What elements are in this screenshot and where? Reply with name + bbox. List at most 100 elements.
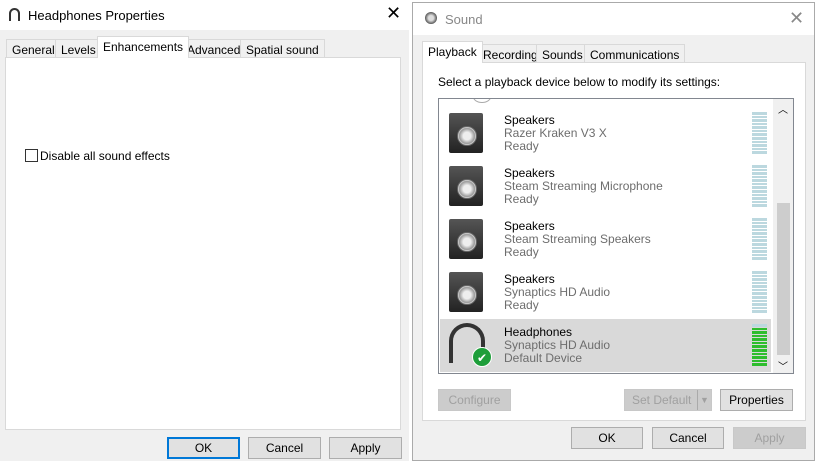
dropdown-arrow-icon[interactable]: ▼: [697, 390, 711, 410]
tab-sounds[interactable]: Sounds: [536, 44, 589, 63]
meter-segment: [752, 345, 767, 349]
meter-segment: [752, 306, 767, 310]
meter-segment: [752, 115, 767, 119]
device-status: Ready: [504, 192, 539, 206]
device-item[interactable]: Speakers Steam Streaming Microphone Ready: [440, 160, 771, 213]
device-item[interactable]: Speakers Synaptics HD Audio Ready: [440, 266, 771, 319]
meter-segment: [752, 250, 767, 253]
device-item[interactable]: Speakers Razer Kraken V3 X Ready: [440, 107, 771, 160]
tab-spatial-sound[interactable]: Spatial sound: [240, 39, 325, 58]
meter-segment: [752, 172, 767, 175]
level-meter: [752, 218, 767, 260]
meter-segment: [752, 182, 767, 186]
scrollbar-thumb[interactable]: [777, 203, 790, 355]
meter-segment: [752, 274, 767, 278]
set-default-button[interactable]: Set Default ▼: [624, 389, 712, 411]
close-icon[interactable]: ✕: [386, 3, 401, 24]
meter-segment: [752, 228, 767, 232]
level-meter: [752, 271, 767, 313]
apply-button[interactable]: Apply: [733, 427, 806, 449]
meter-segment: [752, 334, 767, 338]
meter-segment: [752, 349, 767, 352]
speaker-icon: [425, 12, 437, 24]
scrollbar[interactable]: ︿ ﹀: [773, 99, 793, 373]
speaker-icon: [449, 219, 483, 259]
meter-segment: [752, 288, 767, 292]
meter-segment: [752, 296, 767, 299]
meter-segment: [752, 278, 767, 281]
meter-segment: [752, 165, 767, 168]
meter-segment: [752, 204, 767, 207]
meter-segment: [752, 218, 767, 221]
device-item[interactable]: Speakers Steam Streaming Speakers Ready: [440, 213, 771, 266]
meter-segment: [752, 193, 767, 197]
device-status: Ready: [504, 139, 539, 153]
meter-segment: [752, 144, 767, 147]
meter-segment: [752, 151, 767, 154]
ok-button[interactable]: OK: [167, 437, 240, 459]
device-status: Ready: [504, 298, 539, 312]
meter-segment: [752, 281, 767, 285]
properties-button[interactable]: Properties: [720, 389, 793, 411]
meter-segment: [752, 112, 767, 115]
instruction-text: Select a playback device below to modify…: [438, 75, 721, 89]
level-meter: [752, 112, 767, 154]
meter-segment: [752, 186, 767, 190]
ok-button[interactable]: OK: [571, 427, 643, 449]
scroll-down-icon[interactable]: ﹀: [778, 358, 788, 373]
meter-segment: [752, 299, 767, 303]
meter-segment: [752, 147, 767, 151]
tab-playback[interactable]: Playback: [422, 41, 483, 63]
meter-segment: [752, 257, 767, 260]
meter-segment: [752, 197, 767, 200]
device-item[interactable]: ✔ Headphones Synaptics HD Audio Default Dev…: [440, 319, 771, 372]
device-status: Default Device: [504, 351, 583, 365]
close-icon[interactable]: ✕: [789, 8, 804, 29]
meter-segment: [752, 324, 767, 327]
speaker-icon: [449, 113, 483, 153]
cancel-button[interactable]: Cancel: [248, 437, 321, 459]
headphones-icon: [9, 8, 20, 21]
meter-segment: [752, 310, 767, 313]
meter-segment: [752, 126, 767, 129]
tab-advanced[interactable]: Advanced: [181, 39, 247, 58]
meter-segment: [752, 190, 767, 193]
window-title: Headphones Properties: [28, 8, 165, 23]
device-partial-icon: [473, 99, 491, 103]
scroll-up-icon[interactable]: ︿: [778, 101, 788, 116]
meter-segment: [752, 246, 767, 250]
title-bar: Headphones Properties ✕: [0, 0, 409, 30]
device-status: Ready: [504, 245, 539, 259]
tab-enhancements[interactable]: Enhancements: [97, 36, 190, 58]
configure-button[interactable]: Configure: [438, 389, 511, 411]
meter-segment: [752, 352, 767, 356]
meter-segment: [752, 271, 767, 274]
meter-segment: [752, 292, 767, 296]
meter-segment: [752, 285, 767, 288]
tab-levels[interactable]: Levels: [55, 39, 102, 58]
meter-segment: [752, 168, 767, 172]
level-meter: [752, 165, 767, 207]
device-list[interactable]: Speakers Razer Kraken V3 X Ready Speakers St…: [438, 98, 794, 374]
meter-segment: [752, 303, 767, 306]
meter-segment: [752, 239, 767, 243]
meter-segment: [752, 137, 767, 140]
disable-effects-label[interactable]: Disable all sound effects: [40, 149, 170, 163]
window-title: Sound: [445, 12, 483, 27]
meter-segment: [752, 119, 767, 122]
meter-segment: [752, 235, 767, 239]
tab-recording[interactable]: Recording: [477, 44, 544, 63]
meter-segment: [752, 359, 767, 363]
tab-general[interactable]: General: [6, 39, 61, 58]
meter-segment: [752, 253, 767, 257]
disable-effects-checkbox[interactable]: [25, 149, 38, 162]
apply-button[interactable]: Apply: [329, 437, 402, 459]
meter-segment: [752, 331, 767, 334]
title-bar: Sound ✕: [413, 3, 814, 35]
playback-pane: Select a playback device below to modify…: [422, 62, 806, 421]
cancel-button[interactable]: Cancel: [652, 427, 724, 449]
meter-segment: [752, 200, 767, 204]
default-check-icon: ✔: [472, 347, 492, 367]
tab-communications[interactable]: Communications: [584, 44, 686, 63]
meter-segment: [752, 129, 767, 133]
